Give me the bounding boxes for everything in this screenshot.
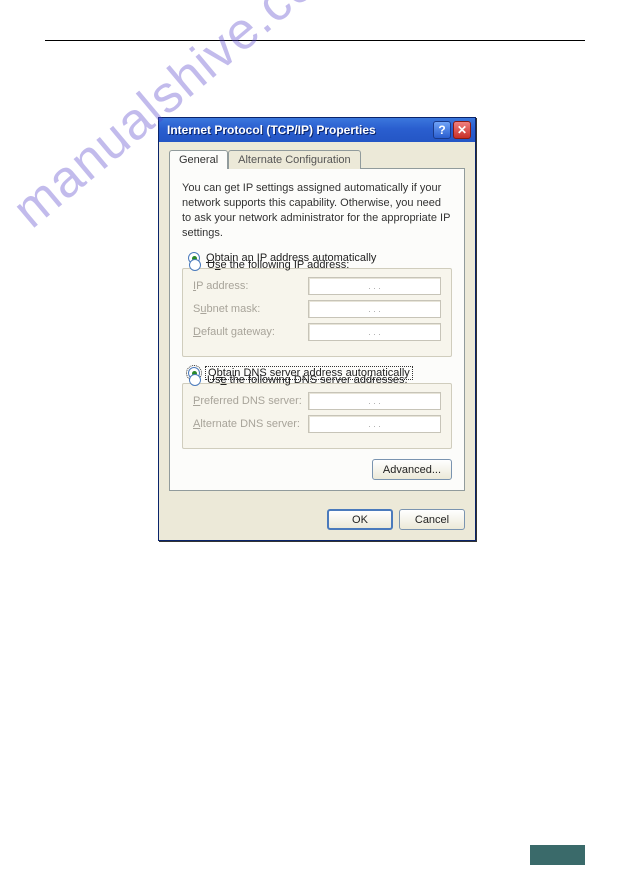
help-icon[interactable]: ? [433, 121, 451, 139]
field-label: Preferred DNS server: [193, 395, 308, 407]
advanced-button[interactable]: Advanced... [372, 459, 452, 480]
default-gateway-input[interactable]: . . . [308, 323, 441, 341]
alternate-dns-input[interactable]: . . . [308, 415, 441, 433]
field-label: Alternate DNS server: [193, 418, 308, 430]
dialog-body: General Alternate Configuration You can … [159, 142, 475, 501]
advanced-row: Advanced... [182, 459, 452, 480]
field-label: IP address: [193, 280, 308, 292]
titlebar[interactable]: Internet Protocol (TCP/IP) Properties ? … [159, 118, 475, 142]
subnet-mask-input[interactable]: . . . [308, 300, 441, 318]
page-header-rule [45, 40, 585, 41]
dialog-footer: OK Cancel [159, 501, 475, 540]
field-ip-address: IP address: . . . [193, 277, 441, 295]
field-alternate-dns: Alternate DNS server: . . . [193, 415, 441, 433]
ip-manual-group: Use the following IP address: IP address… [182, 268, 452, 357]
cancel-button[interactable]: Cancel [399, 509, 465, 530]
page-footer-block [530, 845, 585, 865]
tcpip-properties-dialog: Internet Protocol (TCP/IP) Properties ? … [158, 117, 476, 541]
radio-use-following-ip[interactable]: Use the following IP address: [189, 259, 441, 271]
radio-label: Use the following DNS server addresses: [207, 374, 408, 386]
window-title: Internet Protocol (TCP/IP) Properties [167, 123, 431, 137]
field-label: Default gateway: [193, 326, 308, 338]
radio-icon [189, 259, 201, 271]
radio-use-following-dns[interactable]: Use the following DNS server addresses: [189, 374, 441, 386]
field-preferred-dns: Preferred DNS server: . . . [193, 392, 441, 410]
tabstrip: General Alternate Configuration [169, 150, 465, 169]
dns-manual-group: Use the following DNS server addresses: … [182, 383, 452, 449]
tab-general[interactable]: General [169, 150, 228, 169]
description-text: You can get IP settings assigned automat… [182, 181, 452, 240]
tab-panel-general: You can get IP settings assigned automat… [169, 168, 465, 491]
ip-address-input[interactable]: . . . [308, 277, 441, 295]
preferred-dns-input[interactable]: . . . [308, 392, 441, 410]
field-label: Subnet mask: [193, 303, 308, 315]
radio-icon [189, 374, 201, 386]
close-icon[interactable]: ✕ [453, 121, 471, 139]
field-subnet-mask: Subnet mask: . . . [193, 300, 441, 318]
radio-label: Use the following IP address: [207, 259, 349, 271]
ok-button[interactable]: OK [327, 509, 393, 530]
field-default-gateway: Default gateway: . . . [193, 323, 441, 341]
tab-alternate-configuration[interactable]: Alternate Configuration [228, 150, 361, 169]
